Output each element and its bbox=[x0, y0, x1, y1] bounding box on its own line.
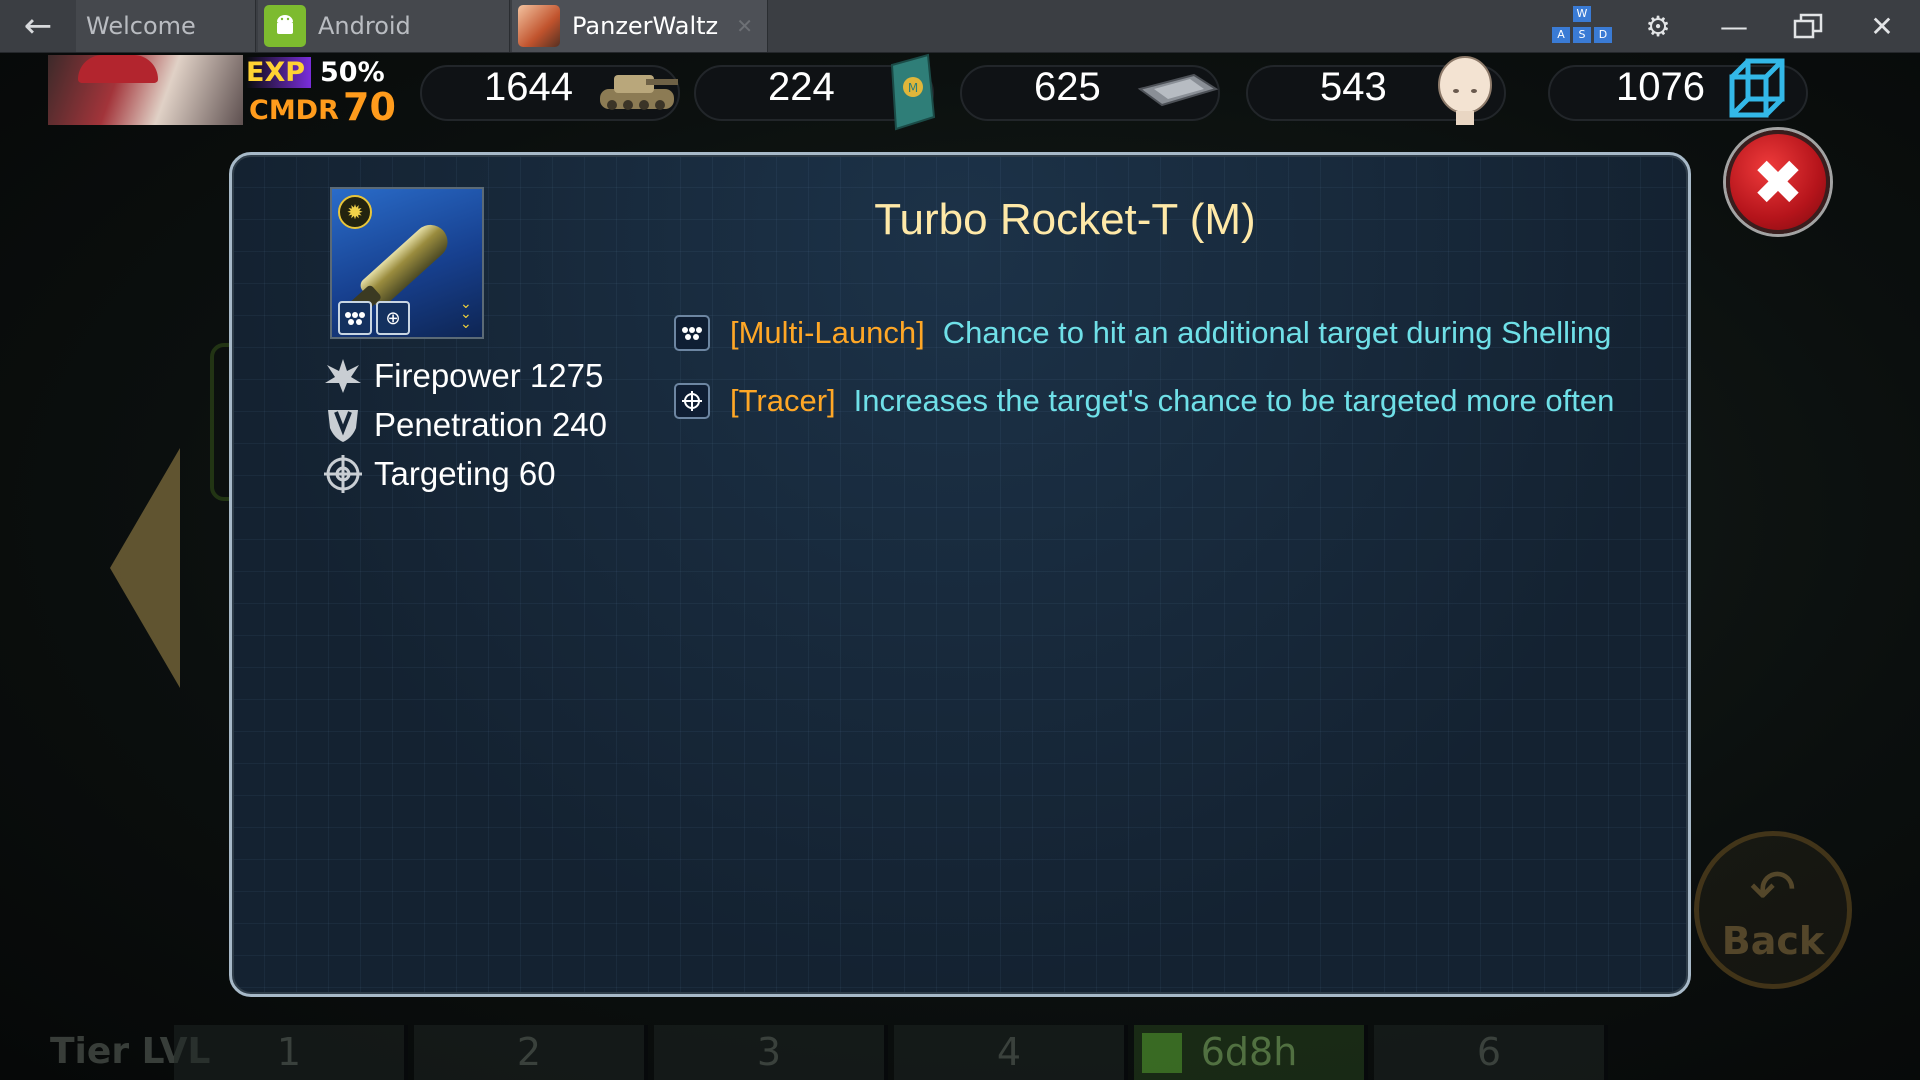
emulator-titlebar: ← Welcome Android PanzerWaltz ✕ W A S D … bbox=[0, 0, 1920, 53]
stat-label: Firepower 1275 bbox=[374, 357, 604, 394]
stat-targeting: Targeting 60 bbox=[324, 455, 556, 493]
trait-tracer: [Tracer] Increases the target's chance t… bbox=[674, 383, 1614, 419]
tab-android[interactable]: Android bbox=[258, 0, 510, 52]
back-button[interactable]: ↶ Back bbox=[1694, 831, 1852, 989]
gear-icon[interactable]: ⚙ bbox=[1628, 0, 1688, 52]
stat-label: Targeting 60 bbox=[374, 455, 556, 492]
item-title: Turbo Rocket-T (M) bbox=[874, 195, 1256, 244]
tier-cell[interactable]: 4 bbox=[894, 1025, 1128, 1080]
trait-tag: [Tracer] bbox=[730, 383, 836, 418]
key-a: A bbox=[1552, 27, 1570, 43]
crosshair-icon bbox=[324, 455, 362, 493]
close-icon[interactable]: ✕ bbox=[1852, 0, 1912, 52]
key-d: D bbox=[1594, 27, 1612, 43]
tab-panzerwaltz[interactable]: PanzerWaltz ✕ bbox=[512, 0, 768, 52]
tier-cell[interactable]: 1 bbox=[174, 1025, 408, 1080]
wasd-keymap-icon[interactable]: W A S D bbox=[1550, 6, 1614, 46]
modal-close-button[interactable]: ✖ bbox=[1726, 130, 1830, 234]
svg-text:M: M bbox=[908, 81, 918, 95]
multi-launch-icon bbox=[338, 301, 372, 335]
tier-cell-timer[interactable]: 6d8h bbox=[1134, 1025, 1368, 1080]
key-w: W bbox=[1573, 6, 1591, 22]
chip-icon bbox=[1134, 71, 1220, 115]
resource-value: 1076 bbox=[1616, 65, 1705, 109]
stat-label: Penetration 240 bbox=[374, 406, 608, 443]
tab-label: Welcome bbox=[86, 12, 196, 40]
manual-book-icon: M bbox=[888, 53, 938, 135]
stat-penetration: Penetration 240 bbox=[324, 406, 607, 444]
game-viewport: EXP 50% CMDR 70 1644 224 M 625 543 1076 … bbox=[0, 53, 1920, 1080]
rank-chevron-icon: ⌄ ⌄ ⌄ bbox=[460, 296, 472, 332]
tab-welcome[interactable]: Welcome bbox=[76, 0, 256, 52]
cmdr-label: CMDR bbox=[249, 95, 339, 126]
multi-launch-icon bbox=[674, 315, 710, 351]
minimize-icon[interactable]: — bbox=[1704, 0, 1764, 52]
crosshair-icon: ⊕ bbox=[376, 301, 410, 335]
resource-value: 625 bbox=[1034, 65, 1101, 109]
tank-icon bbox=[594, 59, 680, 125]
resource-value: 543 bbox=[1320, 65, 1387, 109]
tier-cell[interactable]: 6 bbox=[1374, 1025, 1608, 1080]
restore-icon[interactable] bbox=[1778, 0, 1838, 52]
back-label: Back bbox=[1721, 919, 1825, 963]
tier-bar: Tier LVL 1 2 3 4 6d8h 6 bbox=[0, 1025, 1920, 1080]
trait-description: Increases the target's chance to be targ… bbox=[853, 383, 1615, 418]
back-arrow-icon[interactable]: ← bbox=[0, 0, 76, 52]
item-detail-modal: ✹ ⊕ ⌄ ⌄ ⌄ Firepower 1275 Penetration 240 T… bbox=[229, 152, 1691, 997]
close-x-icon: ✖ bbox=[1752, 145, 1804, 219]
prev-arrow-icon bbox=[110, 448, 180, 688]
stat-firepower: Firepower 1275 bbox=[324, 357, 603, 395]
doll-head-icon bbox=[1434, 53, 1496, 133]
tab-label: PanzerWaltz bbox=[572, 12, 719, 40]
resource-value: 224 bbox=[768, 65, 835, 109]
tier-cell[interactable]: 3 bbox=[654, 1025, 888, 1080]
resource-value: 1644 bbox=[484, 65, 573, 109]
exp-label: EXP bbox=[246, 57, 312, 88]
tab-close-icon[interactable]: ✕ bbox=[736, 14, 753, 38]
commander-avatar[interactable] bbox=[48, 55, 243, 125]
tier-cell[interactable]: 2 bbox=[414, 1025, 648, 1080]
exp-percent: 50% bbox=[320, 57, 385, 88]
android-icon bbox=[264, 5, 306, 47]
back-arrow-icon: ↶ bbox=[1749, 858, 1797, 923]
cmdr-level: 70 bbox=[343, 85, 396, 129]
cube-icon bbox=[1726, 55, 1790, 129]
shield-pierce-icon bbox=[324, 406, 362, 444]
panzerwaltz-app-icon bbox=[518, 5, 560, 47]
trait-multi-launch: [Multi-Launch] Chance to hit an addition… bbox=[674, 315, 1611, 351]
crosshair-icon bbox=[674, 383, 710, 419]
key-s: S bbox=[1573, 27, 1591, 43]
explosion-icon bbox=[324, 357, 362, 395]
tab-label: Android bbox=[318, 12, 411, 40]
trait-tag: [Multi-Launch] bbox=[730, 315, 925, 350]
trait-description: Chance to hit an additional target durin… bbox=[942, 315, 1612, 350]
